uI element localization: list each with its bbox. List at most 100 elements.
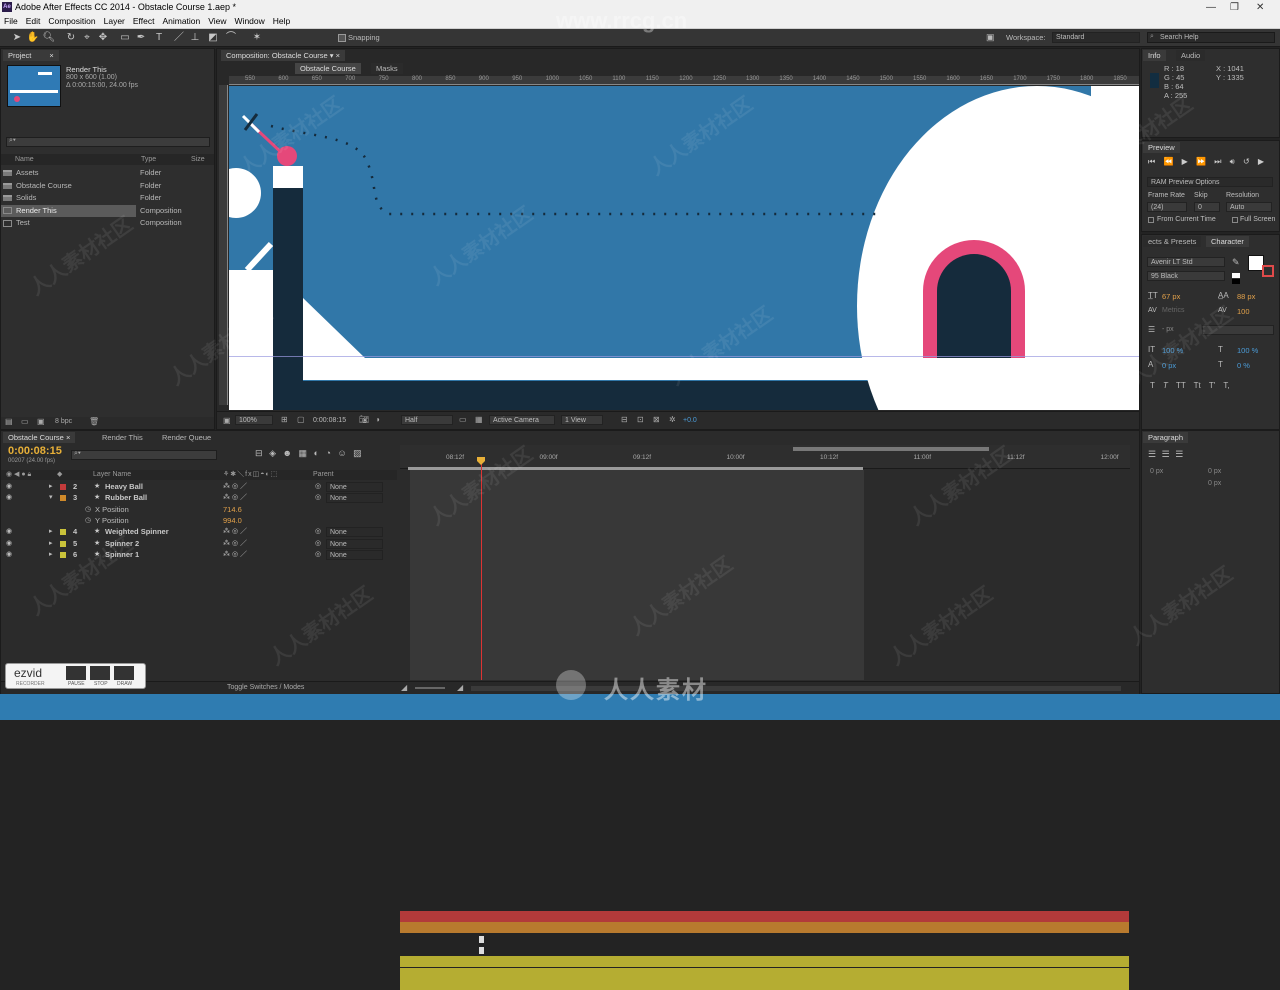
show-channel-icon[interactable]: ◑ [375, 415, 380, 424]
faux-bold-button[interactable]: T [1150, 381, 1155, 390]
subscript-button[interactable]: T, [1223, 381, 1229, 390]
tracking-value[interactable]: 100 [1237, 307, 1250, 316]
frame-blending-icon[interactable]: ▦ [299, 448, 308, 458]
layer-name[interactable]: Spinner 1 [105, 549, 139, 560]
zoom-tool-icon[interactable]: 🔍︎ [42, 31, 56, 44]
layer-switches-icon[interactable]: ⁂ ◎ ／ [223, 526, 247, 537]
minimize-icon[interactable]: — [1206, 0, 1216, 15]
tab-audio[interactable]: Audio [1176, 50, 1206, 61]
menu-window[interactable]: Window [231, 15, 269, 28]
ram-preview-options-select[interactable]: RAM Preview Options [1147, 177, 1273, 187]
layer-row[interactable]: ◉ ▸ 2 ★ Heavy Ball ⁂ ◎ ／ ◎ None [1, 481, 397, 492]
snapping-checkbox[interactable] [338, 34, 346, 42]
layer-switches-icon[interactable]: ⁂ ◎ ／ [223, 481, 247, 492]
col-layer-name[interactable]: Layer Name [93, 470, 131, 480]
tab-timeline-render-this[interactable]: Render This [97, 432, 148, 443]
menu-file[interactable]: File [0, 15, 22, 28]
tab-preview[interactable]: Preview [1143, 142, 1180, 153]
chevron-right-icon[interactable]: ▸ [49, 538, 53, 549]
menu-help[interactable]: Help [269, 15, 294, 28]
clone-tool-icon[interactable]: ⊥ [188, 31, 202, 44]
menu-layer[interactable]: Layer [100, 15, 129, 28]
project-item[interactable]: Solids [1, 192, 136, 204]
workspace-select[interactable]: Standard [1052, 32, 1140, 43]
roto-tool-icon[interactable]: ⌒ [224, 31, 238, 44]
tab-obstacle-course[interactable]: Obstacle Course [295, 63, 361, 74]
timeline-timecode[interactable]: 0:00:08:15 [8, 445, 62, 457]
eraser-tool-icon[interactable]: ◩ [206, 31, 220, 44]
rectangle-tool-icon[interactable]: ▭ [118, 31, 132, 44]
pickwhip-icon[interactable]: ◎ [315, 538, 321, 549]
layer-duration-bar[interactable] [400, 978, 1129, 990]
play-icon[interactable]: ▶ [1182, 157, 1188, 166]
property-value[interactable]: 714.6 [223, 504, 242, 515]
timeline-zoom-slider[interactable] [415, 687, 445, 689]
all-caps-button[interactable]: TT [1176, 381, 1186, 390]
tab-effects-presets[interactable]: ects & Presets [1143, 236, 1202, 247]
stopwatch-icon[interactable]: ◷ [85, 515, 91, 526]
ram-preview-icon[interactable]: ▶ [1258, 157, 1264, 166]
interpret-footage-icon[interactable]: ▤ [5, 417, 13, 426]
font-style-select[interactable]: 95 Black [1147, 271, 1225, 281]
label-color-swatch[interactable] [60, 529, 66, 536]
col-parent[interactable]: Parent [313, 470, 334, 480]
visibility-eye-icon[interactable]: ◉ [6, 526, 12, 537]
fast-previews-icon[interactable]: ⊟ [621, 415, 628, 424]
stopwatch-icon[interactable]: ◷ [85, 504, 91, 515]
label-color-swatch[interactable] [60, 495, 66, 502]
toggle-switches-modes[interactable]: Toggle Switches / Modes [227, 684, 304, 691]
audio-icon[interactable]: 🔊︎ [1230, 157, 1235, 166]
pause-button[interactable] [66, 666, 86, 680]
brush-tool-icon[interactable]: ／ [172, 31, 186, 44]
render-icon[interactable]: ▨ [353, 448, 362, 458]
font-size-value[interactable]: 67 px [1162, 292, 1180, 301]
last-frame-icon[interactable]: ⏭ [1214, 157, 1221, 166]
black-swatch[interactable] [1232, 279, 1240, 284]
layer-row[interactable]: ◉ ▸ 4 ★ Weighted Spinner ⁂ ◎ ／ ◎ None [1, 526, 397, 538]
selection-tool-icon[interactable]: ➤ [10, 31, 24, 44]
layer-name[interactable]: Weighted Spinner [105, 526, 169, 537]
tab-masks[interactable]: Masks [371, 63, 403, 74]
zoom-out-icon[interactable]: ◢ [401, 683, 407, 692]
from-current-checkbox[interactable] [1148, 217, 1154, 223]
views-select[interactable]: 1 View [561, 415, 603, 425]
skip-select[interactable]: 0 [1194, 202, 1220, 212]
align-left-icon[interactable]: ☰ [1148, 449, 1156, 459]
loop-icon[interactable]: ↺ [1243, 157, 1250, 166]
comp-mini-flowchart-icon[interactable]: ⊟ [255, 448, 263, 458]
menu-edit[interactable]: Edit [22, 15, 45, 28]
tab-info[interactable]: Info [1143, 50, 1166, 61]
puppet-tool-icon[interactable]: ✶ [250, 31, 264, 44]
layer-switches-icon[interactable]: ⁂ ◎ ／ [223, 549, 247, 560]
chevron-right-icon[interactable]: ▸ [49, 549, 53, 560]
layer-duration-bar[interactable] [400, 967, 1129, 979]
label-color-swatch[interactable] [60, 540, 66, 547]
parent-select[interactable]: None [326, 549, 383, 560]
camera-tool-icon[interactable]: ⌖ [80, 31, 94, 44]
pickwhip-icon[interactable]: ◎ [315, 526, 321, 537]
visibility-eye-icon[interactable]: ◉ [6, 492, 12, 503]
tab-project[interactable]: Project × [3, 50, 59, 61]
mask-icon[interactable]: ▢ [297, 415, 305, 424]
resolution-select-preview[interactable]: Auto [1226, 202, 1272, 212]
chevron-right-icon[interactable]: ▸ [49, 526, 53, 537]
time-ruler[interactable]: 08:12f 09:00f 09:12f 10:00f 10:12f 11:00f 11:1… [400, 445, 1130, 470]
tsume-value[interactable]: 0 % [1237, 361, 1250, 370]
align-center-icon[interactable]: ☰ [1162, 449, 1170, 459]
parent-select[interactable]: None [326, 482, 383, 492]
hide-shy-icon[interactable]: ☻ [283, 448, 292, 458]
pickwhip-icon[interactable]: ◎ [315, 492, 321, 503]
col-type[interactable]: Type [141, 154, 156, 165]
visibility-eye-icon[interactable]: ◉ [6, 538, 12, 549]
grid-icon[interactable]: ⊞ [281, 415, 288, 424]
layer-switches-icon[interactable]: ⁂ ◎ ／ [223, 538, 247, 549]
menu-composition[interactable]: Composition [44, 15, 99, 28]
parent-select[interactable]: None [326, 527, 383, 538]
superscript-button[interactable]: T' [1209, 381, 1215, 390]
pen-tool-icon[interactable]: ✒ [134, 31, 148, 44]
horizontal-scale-value[interactable]: 100 % [1237, 346, 1258, 355]
playhead-line[interactable] [481, 459, 482, 680]
label-color-swatch[interactable] [60, 551, 66, 558]
timeline-search-input[interactable]: ⌕▾ [71, 450, 217, 460]
full-screen-checkbox[interactable] [1232, 217, 1238, 223]
